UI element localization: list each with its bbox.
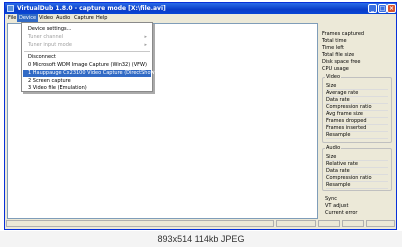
- stat-total-file-size: Total file size: [322, 52, 355, 58]
- tuner-input-mode-item[interactable]: Tuner input mode ▸: [23, 42, 151, 49]
- audio-group: Audio Size Relative rate Data rate Compr…: [322, 145, 392, 191]
- disconnect-item[interactable]: Disconnect: [23, 54, 151, 61]
- tuner-channel-item[interactable]: Tuner channel ▸: [23, 34, 151, 41]
- audio-resample: Resample: [326, 182, 388, 189]
- menu-device[interactable]: Device: [17, 14, 39, 22]
- status-cell-main: [6, 220, 274, 227]
- sync-vt-adjust: VT adjust: [325, 203, 349, 209]
- status-cell-4: [342, 220, 364, 227]
- close-icon: ×: [388, 5, 395, 12]
- video-group: Video Size Average rate Data rate Compre…: [322, 74, 392, 143]
- device-item-3[interactable]: 3 Video file (Emulation): [23, 85, 151, 92]
- stat-frames-captured: Frames captured: [322, 31, 365, 37]
- stat-total-time: Total time: [322, 38, 347, 44]
- stat-cpu-usage: CPU usage: [322, 66, 349, 72]
- submenu-arrow-icon: ▸: [144, 34, 147, 40]
- video-compression-ratio: Compression ratio: [326, 104, 388, 111]
- status-cell-5: [366, 220, 395, 227]
- device-menu-dropdown: Device settings... Tuner channel ▸ Tuner…: [21, 22, 157, 92]
- audio-size: Size: [326, 154, 388, 161]
- menu-capture[interactable]: Capture: [72, 14, 96, 22]
- menu-bar: File Device Video Audio Capture Help: [5, 14, 396, 22]
- app-window: VirtualDub 1.8.0 - capture mode [X:\file…: [4, 2, 397, 230]
- video-resample: Resample: [326, 132, 388, 139]
- audio-group-title: Audio: [325, 145, 342, 151]
- minimize-icon: _: [371, 5, 374, 12]
- menu-separator: [24, 51, 150, 52]
- maximize-icon: □: [379, 5, 386, 12]
- video-frames-inserted: Frames inserted: [326, 125, 388, 132]
- device-settings-item[interactable]: Device settings...: [23, 26, 151, 33]
- audio-relative-rate: Relative rate: [326, 161, 388, 168]
- video-size: Size: [326, 83, 388, 90]
- menu-audio[interactable]: Audio: [54, 14, 72, 22]
- image-caption: 893x514 114kb JPEG: [0, 231, 402, 247]
- video-group-title: Video: [325, 74, 342, 80]
- device-item-2[interactable]: 2 Screen capture: [23, 78, 151, 85]
- status-bar: [5, 219, 396, 229]
- sync-group: Sync VT adjust Current error: [322, 196, 392, 219]
- capture-stats-panel: Frames captured Total time Time left Tot…: [322, 23, 396, 219]
- sync-group-title: Sync: [324, 196, 339, 202]
- device-item-0[interactable]: 0 Microsoft WDM Image Capture (Win32) (V…: [23, 62, 151, 69]
- video-average-rate: Average rate: [326, 90, 388, 97]
- status-cell-3: [318, 220, 340, 227]
- video-avg-frame-size: Avg frame size: [326, 111, 388, 118]
- status-cell-2: [276, 220, 316, 227]
- device-item-1[interactable]: 1 Hauppauge Cx23100 Video Capture (Direc…: [23, 70, 157, 77]
- sync-current-error: Current error: [325, 210, 358, 216]
- audio-compression-ratio: Compression ratio: [326, 175, 388, 182]
- app-icon: [7, 5, 14, 12]
- menu-video[interactable]: Video: [37, 14, 55, 22]
- video-data-rate: Data rate: [326, 97, 388, 104]
- stat-disk-space-free: Disk space free: [322, 59, 361, 65]
- window-title: VirtualDub 1.8.0 - capture mode [X:\file…: [17, 5, 166, 12]
- video-frames-dropped: Frames dropped: [326, 118, 388, 125]
- maximize-button[interactable]: □: [378, 4, 387, 13]
- audio-data-rate: Data rate: [326, 168, 388, 175]
- submenu-arrow-icon: ▸: [144, 42, 147, 48]
- stat-time-left: Time left: [322, 45, 344, 51]
- close-button[interactable]: ×: [387, 4, 396, 13]
- title-bar[interactable]: VirtualDub 1.8.0 - capture mode [X:\file…: [5, 3, 396, 14]
- minimize-button[interactable]: _: [368, 4, 377, 13]
- menu-help[interactable]: Help: [94, 14, 109, 22]
